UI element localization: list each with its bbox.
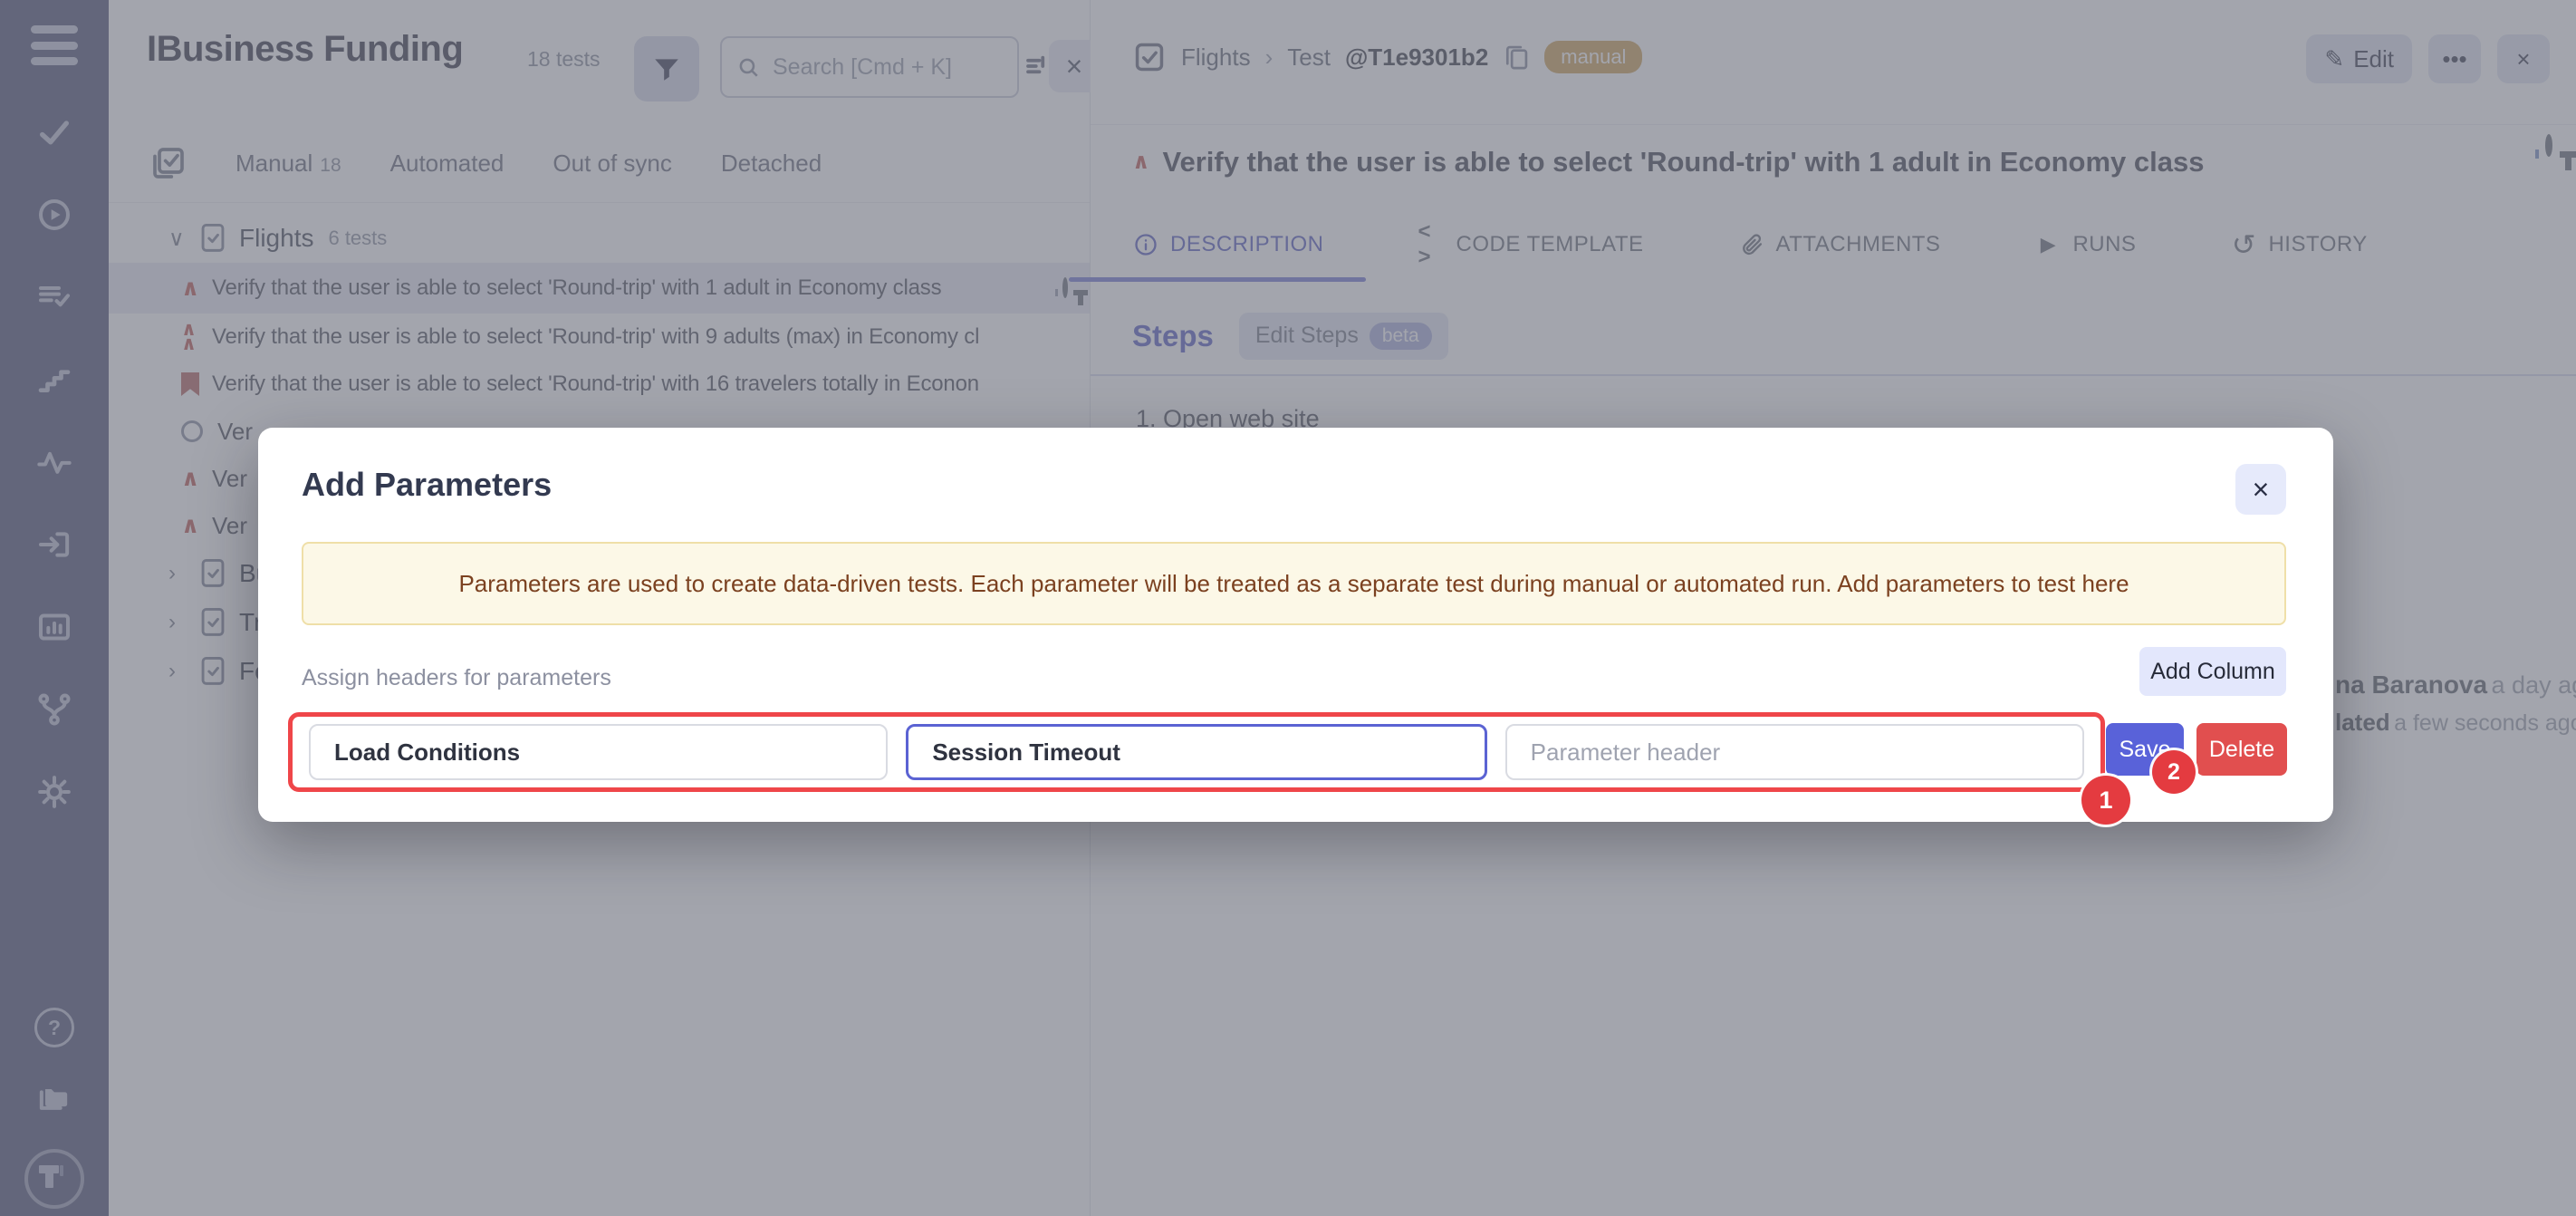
parameter-header-input-3[interactable] (1505, 724, 2084, 780)
add-parameters-modal: Add Parameters × Parameters are used to … (258, 428, 2333, 822)
app-root: ? IBusiness Funding 18 tests × (0, 0, 2576, 1216)
info-banner: Parameters are used to create data-drive… (302, 542, 2286, 625)
delete-button[interactable]: Delete (2196, 723, 2287, 776)
add-column-button[interactable]: Add Column (2139, 647, 2286, 696)
modal-title: Add Parameters (302, 466, 552, 504)
assign-headers-label: Assign headers for parameters (302, 665, 611, 691)
info-banner-text: Parameters are used to create data-drive… (458, 570, 2129, 598)
modal-close-button[interactable]: × (2235, 464, 2286, 515)
parameter-header-input-2[interactable] (906, 724, 1486, 780)
annotation-step-2: 2 (2152, 750, 2196, 794)
parameter-headers-row (288, 712, 2105, 792)
parameter-header-input-1[interactable] (309, 724, 888, 780)
annotation-step-1: 1 (2081, 776, 2130, 825)
